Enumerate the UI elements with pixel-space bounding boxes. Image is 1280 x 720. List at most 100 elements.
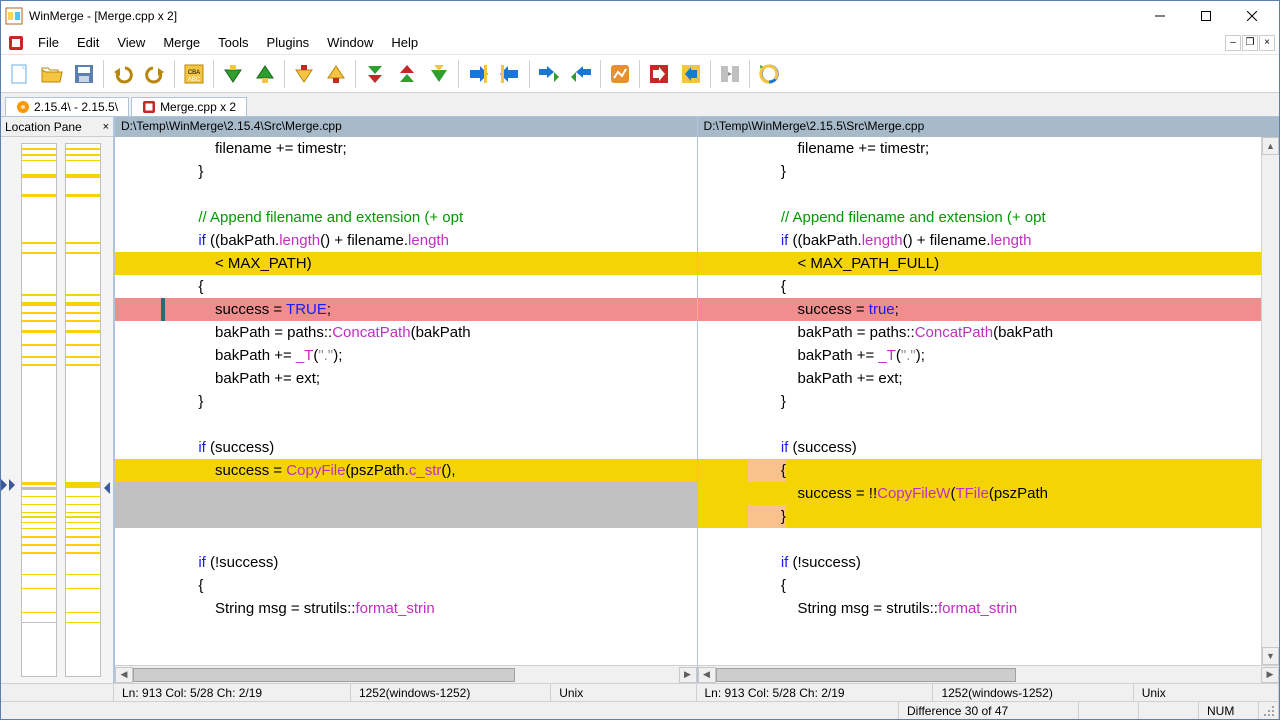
code-line[interactable]: if (success) (698, 436, 1262, 459)
code-line[interactable]: filename += timestr; (115, 137, 697, 160)
tab-merge-cpp-x-2[interactable]: Merge.cpp x 2 (131, 97, 247, 116)
encoding-icon[interactable]: CBAABC (179, 59, 209, 89)
code-line[interactable]: success = TRUE; (115, 298, 697, 321)
next-diff-icon[interactable] (218, 59, 248, 89)
code-line[interactable]: if (!success) (698, 551, 1262, 574)
code-line[interactable]: } (115, 160, 697, 183)
menu-view[interactable]: View (108, 33, 154, 52)
next-conflict-icon[interactable] (289, 59, 319, 89)
code-line[interactable]: // Append filename and extension (+ opt (698, 206, 1262, 229)
scroll-down-icon[interactable]: ▼ (1262, 647, 1279, 665)
code-line[interactable]: } (115, 390, 697, 413)
resize-grip-icon[interactable] (1259, 702, 1279, 719)
mdi-close-button[interactable]: × (1259, 35, 1275, 51)
maximize-button[interactable] (1183, 1, 1229, 31)
code-line[interactable]: // Append filename and extension (+ opt (115, 206, 697, 229)
code-line[interactable]: < MAX_PATH_FULL) (698, 252, 1262, 275)
code-line[interactable] (115, 505, 697, 528)
undo-icon[interactable] (108, 59, 138, 89)
code-line[interactable] (115, 183, 697, 206)
code-line[interactable]: success = CopyFile(pszPath.c_str(), (115, 459, 697, 482)
prev-diff-icon[interactable] (250, 59, 280, 89)
menu-help[interactable]: Help (382, 33, 427, 52)
code-line[interactable]: if (!success) (115, 551, 697, 574)
prev-conflict-icon[interactable] (321, 59, 351, 89)
location-pane-body[interactable] (1, 137, 113, 683)
scroll-left-icon[interactable]: ◀ (698, 667, 716, 683)
code-line[interactable]: { (698, 275, 1262, 298)
code-line[interactable] (115, 528, 697, 551)
copy-left-icon[interactable] (495, 59, 525, 89)
code-line[interactable] (698, 528, 1262, 551)
copy-left-advance-icon[interactable] (566, 59, 596, 89)
code-line[interactable] (698, 183, 1262, 206)
location-strip-right[interactable] (65, 143, 101, 677)
copy-right-icon[interactable] (463, 59, 493, 89)
code-line[interactable]: < MAX_PATH) (115, 252, 697, 275)
location-strip-left[interactable] (21, 143, 57, 677)
close-button[interactable] (1229, 1, 1275, 31)
code-line[interactable]: } (698, 160, 1262, 183)
refresh-icon[interactable] (754, 59, 784, 89)
code-line[interactable]: filename += timestr; (698, 137, 1262, 160)
first-diff-icon[interactable] (392, 59, 422, 89)
mdi-minimize-button[interactable]: ‒ (1225, 35, 1241, 51)
scroll-left-icon[interactable]: ◀ (115, 667, 133, 683)
code-line[interactable]: bakPath = paths::ConcatPath(bakPath (698, 321, 1262, 344)
code-line[interactable]: { (115, 574, 697, 597)
code-line[interactable]: success = true; (698, 298, 1262, 321)
code-line[interactable]: { (115, 275, 697, 298)
menu-tools[interactable]: Tools (209, 33, 257, 52)
menu-plugins[interactable]: Plugins (258, 33, 319, 52)
code-line[interactable]: String msg = strutils::format_strin (115, 597, 697, 620)
minimize-button[interactable] (1137, 1, 1183, 31)
menu-merge[interactable]: Merge (154, 33, 209, 52)
merge-mode-icon[interactable] (715, 59, 745, 89)
scroll-right-icon[interactable]: ▶ (679, 667, 697, 683)
status-right-pos: Ln: 913 Col: 5/28 Ch: 2/19 (697, 684, 934, 701)
code-line[interactable]: if (success) (115, 436, 697, 459)
code-line[interactable]: success = !!CopyFileW(TFile(pszPath (698, 482, 1262, 505)
redo-icon[interactable] (140, 59, 170, 89)
code-line[interactable]: if ((bakPath.length() + filename.length (115, 229, 697, 252)
tab-icon (16, 100, 30, 114)
code-line[interactable] (115, 482, 697, 505)
menu-edit[interactable]: Edit (68, 33, 108, 52)
code-line[interactable]: { (698, 574, 1262, 597)
scroll-right-icon[interactable]: ▶ (1261, 667, 1279, 683)
code-line[interactable] (698, 413, 1262, 436)
code-line[interactable]: bakPath += ext; (115, 367, 697, 390)
code-line[interactable]: bakPath = paths::ConcatPath(bakPath (115, 321, 697, 344)
editor-vscroll[interactable]: ▲ ▼ (1261, 137, 1279, 665)
code-line[interactable]: bakPath += _T("."); (698, 344, 1262, 367)
code-line[interactable]: String msg = strutils::format_strin (698, 597, 1262, 620)
save-icon[interactable] (69, 59, 99, 89)
code-line[interactable]: { (698, 459, 1262, 482)
location-pane-close-icon[interactable]: × (103, 121, 109, 133)
editor-left-hscroll[interactable]: ◀ ▶ (115, 665, 697, 683)
editor-left-body[interactable]: filename += timestr; } // Append filenam… (115, 137, 697, 665)
code-line[interactable]: bakPath += ext; (698, 367, 1262, 390)
new-icon[interactable] (5, 59, 35, 89)
code-line[interactable]: } (698, 505, 1262, 528)
status-left-eol: Unix (551, 684, 696, 701)
options-icon[interactable] (605, 59, 635, 89)
last-diff-icon[interactable] (360, 59, 390, 89)
menu-file[interactable]: File (29, 33, 68, 52)
mdi-restore-button[interactable]: ❐ (1242, 35, 1258, 51)
open-icon[interactable] (37, 59, 67, 89)
scroll-up-icon[interactable]: ▲ (1262, 137, 1279, 155)
tab-2-15-4-2-15-5-[interactable]: 2.15.4\ - 2.15.5\ (5, 97, 129, 116)
code-line[interactable]: bakPath += _T("."); (115, 344, 697, 367)
code-line[interactable]: } (698, 390, 1262, 413)
code-line[interactable] (115, 413, 697, 436)
code-line[interactable]: if ((bakPath.length() + filename.length (698, 229, 1262, 252)
all-right-icon[interactable] (644, 59, 674, 89)
menu-window[interactable]: Window (318, 33, 382, 52)
editor-right-body[interactable]: filename += timestr; } // Append filenam… (698, 137, 1262, 665)
mdi-controls: ‒ ❐ × (1225, 35, 1275, 51)
editor-right-hscroll[interactable]: ◀ ▶ (698, 665, 1280, 683)
current-diff-icon[interactable] (424, 59, 454, 89)
copy-right-advance-icon[interactable] (534, 59, 564, 89)
all-left-icon[interactable] (676, 59, 706, 89)
